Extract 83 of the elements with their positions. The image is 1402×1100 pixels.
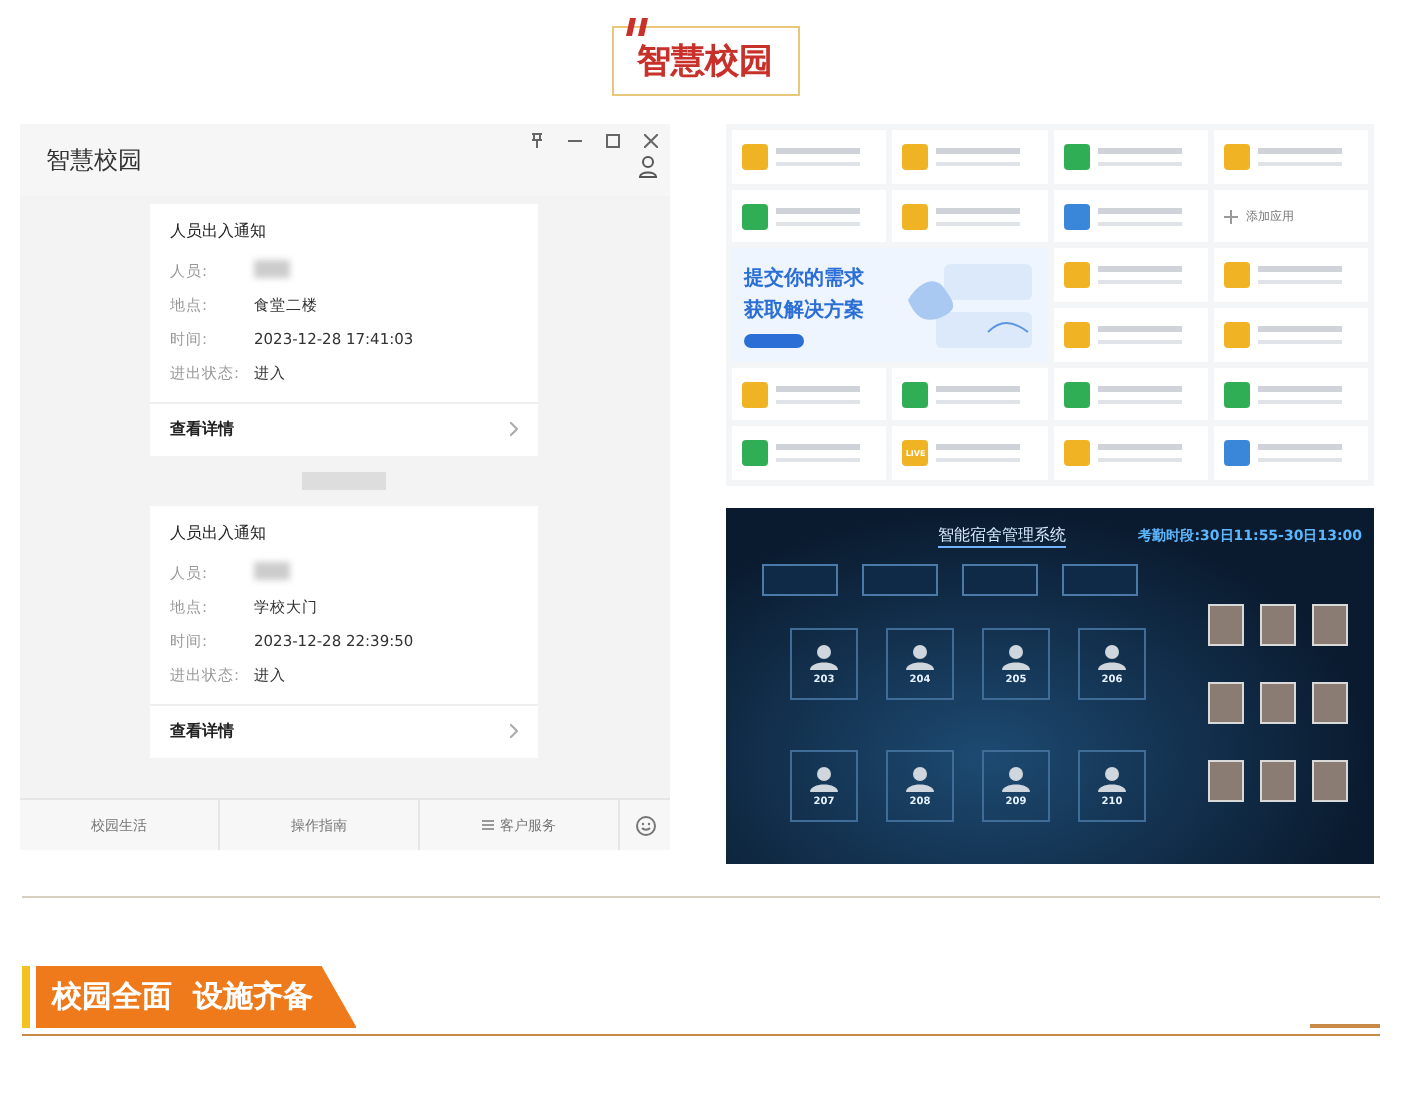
banner-headline: 提交你的需求 bbox=[744, 264, 864, 292]
app-tile[interactable] bbox=[732, 189, 887, 243]
app-tile[interactable] bbox=[1213, 130, 1368, 184]
photo-placeholder bbox=[1260, 760, 1296, 803]
photo-placeholder bbox=[1208, 682, 1244, 725]
photo-placeholder bbox=[1260, 604, 1296, 647]
maximize-icon[interactable] bbox=[606, 133, 620, 147]
app-tile[interactable] bbox=[732, 367, 887, 421]
blurred-text bbox=[1097, 444, 1181, 463]
user-icon[interactable] bbox=[638, 156, 658, 178]
blurred-text bbox=[776, 444, 860, 463]
stat-box bbox=[1062, 564, 1138, 597]
blurred-value bbox=[254, 562, 290, 580]
person-silhouette-icon bbox=[1098, 765, 1126, 792]
blurred-text bbox=[936, 147, 1021, 166]
blurred-value bbox=[254, 260, 290, 278]
map-illustration-drawing bbox=[907, 259, 1035, 352]
blurred-text bbox=[1257, 325, 1342, 344]
person-silhouette-icon bbox=[906, 643, 934, 670]
blurred-text bbox=[1097, 325, 1181, 344]
app-tile[interactable] bbox=[1053, 308, 1208, 362]
blurred-text bbox=[1257, 385, 1342, 404]
minimize-icon[interactable] bbox=[568, 139, 582, 141]
blurred-text bbox=[1097, 207, 1181, 225]
notification-title: 人员出入通知 bbox=[168, 220, 268, 244]
blurred-text bbox=[936, 385, 1021, 404]
app-tile[interactable] bbox=[1053, 367, 1208, 421]
plus-icon bbox=[1223, 209, 1238, 223]
person-silhouette-icon bbox=[1002, 643, 1030, 670]
person-silhouette-icon bbox=[906, 765, 934, 792]
app-tile[interactable] bbox=[892, 189, 1047, 243]
blurred-text bbox=[1257, 266, 1342, 285]
section-title: 校园全面 设施齐备 bbox=[36, 966, 357, 1028]
app-tile[interactable] bbox=[732, 130, 887, 184]
photo-placeholder bbox=[1208, 760, 1244, 803]
blurred-text bbox=[1257, 444, 1342, 463]
person-silhouette-icon bbox=[810, 765, 838, 792]
notification-title: 人员出入通知 bbox=[168, 522, 268, 546]
person-silhouette-icon bbox=[810, 643, 838, 670]
photo-placeholder bbox=[1208, 604, 1244, 647]
blurred-text bbox=[776, 385, 860, 404]
app-tile[interactable] bbox=[892, 367, 1047, 421]
app-tile[interactable] bbox=[1213, 248, 1368, 303]
blurred-text bbox=[1257, 147, 1342, 166]
app-tile[interactable] bbox=[892, 130, 1047, 184]
app-tile[interactable] bbox=[1053, 248, 1208, 303]
quote-icon bbox=[625, 18, 649, 36]
photo-placeholder bbox=[1312, 604, 1348, 647]
blurred-text bbox=[776, 147, 860, 166]
app-tile[interactable] bbox=[1053, 130, 1208, 184]
photo-placeholder bbox=[1312, 760, 1348, 803]
window-title: 智慧校园 bbox=[46, 143, 142, 177]
chevron-icon bbox=[510, 724, 518, 738]
blurred-text bbox=[1097, 385, 1181, 404]
app-tile[interactable] bbox=[1053, 426, 1208, 481]
banner-headline: 获取解决方案 bbox=[744, 296, 864, 324]
blurred-text bbox=[936, 207, 1021, 225]
blurred-text bbox=[1097, 147, 1181, 166]
blurred-text bbox=[936, 444, 1021, 463]
person-silhouette-icon bbox=[1002, 765, 1030, 792]
accent-bar bbox=[22, 966, 30, 1028]
stat-box bbox=[762, 564, 838, 597]
app-tile[interactable] bbox=[1213, 308, 1368, 362]
submit-pill[interactable] bbox=[744, 333, 804, 348]
photo-placeholder bbox=[1260, 682, 1296, 725]
blurred-text bbox=[1097, 266, 1181, 285]
view-details-link[interactable]: 查看详情 bbox=[150, 402, 538, 456]
person-silhouette-icon bbox=[1098, 643, 1126, 670]
photo-placeholder bbox=[1312, 682, 1348, 725]
app-tile[interactable] bbox=[1213, 367, 1368, 421]
stat-box bbox=[962, 564, 1038, 597]
view-details-link[interactable]: 查看详情 bbox=[150, 704, 538, 758]
request-banner[interactable]: 提交你的需求 获取解决方案 bbox=[732, 248, 1047, 362]
close-icon[interactable] bbox=[644, 133, 658, 147]
blurred-text bbox=[776, 207, 860, 225]
dashboard-title: 智能宿舍管理系统 bbox=[938, 524, 1066, 549]
smiley-icon[interactable] bbox=[635, 815, 655, 835]
app-tile[interactable] bbox=[1213, 426, 1368, 481]
pin-icon[interactable] bbox=[530, 132, 544, 148]
app-tile[interactable] bbox=[732, 426, 887, 481]
app-tile[interactable] bbox=[1053, 189, 1208, 243]
chevron-icon bbox=[510, 422, 518, 436]
stat-box bbox=[862, 564, 938, 597]
